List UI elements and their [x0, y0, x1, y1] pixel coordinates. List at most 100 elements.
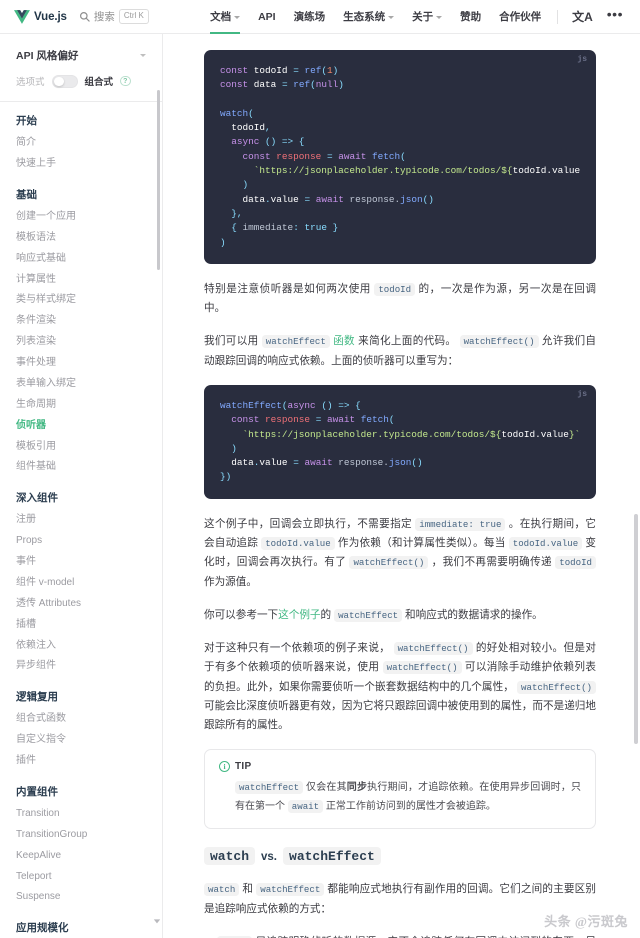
nav-item-label: 关于: [412, 11, 434, 23]
sidebar-item-registration[interactable]: 注册: [16, 510, 146, 531]
sidebar-group-title: 应用规模化: [16, 922, 69, 935]
sidebar-item-watchers[interactable]: 侦听器: [16, 416, 146, 437]
search-icon: [79, 11, 90, 22]
sidebar-item-reactivity[interactable]: 响应式基础: [16, 249, 146, 270]
sidebar-item-template-refs[interactable]: 模板引用: [16, 436, 146, 457]
scroll-down-arrow-icon[interactable]: [153, 912, 161, 924]
sidebar-item-intro[interactable]: 简介: [16, 133, 146, 154]
code-content[interactable]: const todoId = ref(1) const data = ref(n…: [220, 64, 580, 250]
sidebar-item-components-basics[interactable]: 组件基础: [16, 457, 146, 478]
sidebar-item-transition-group[interactable]: TransitionGroup: [16, 825, 146, 846]
sidebar-nav-tree: 开始 简介 快速上手 基础 创建一个应用 模板语法 响应式基础 计算属性 类与样…: [0, 102, 162, 938]
sidebar-item-async-components[interactable]: 异步组件: [16, 656, 146, 677]
vuejs-docs-page: Vue.js 搜索 Ctrl K 文档 API 演练场 生态系统 关于 赞助 合…: [0, 0, 640, 938]
nav-item-partners[interactable]: 合作伙伴: [490, 0, 550, 34]
sidebar-item-teleport[interactable]: Teleport: [16, 866, 146, 887]
code-block-watcheffect-example: js watchEffect(async () => { const respo…: [204, 384, 596, 499]
sidebar-item-transition[interactable]: Transition: [16, 804, 146, 825]
inline-code: todoId: [374, 282, 416, 296]
heading-code-watcheffect: watchEffect: [283, 847, 381, 866]
sidebar-item-suspense[interactable]: Suspense: [16, 887, 146, 908]
nav-item-label: 文档: [210, 11, 232, 23]
sidebar-scrollbar-thumb[interactable]: [156, 90, 160, 270]
api-preference-header[interactable]: API 风格偏好: [16, 48, 146, 63]
sidebar-item-attrs[interactable]: 透传 Attributes: [16, 594, 146, 615]
sidebar-item-custom-directives[interactable]: 自定义指令: [16, 730, 146, 751]
sidebar-item-class-style[interactable]: 类与样式绑定: [16, 290, 146, 311]
main-scrollbar-thumb[interactable]: [634, 514, 638, 744]
link-this-example[interactable]: 这个例子: [278, 609, 320, 621]
translate-icon[interactable]: 文A: [565, 0, 600, 34]
sidebar-item-template-syntax[interactable]: 模板语法: [16, 228, 146, 249]
inline-code: watchEffect(): [517, 680, 596, 694]
code-block-watch-example: js const todoId = ref(1) const data = re…: [204, 50, 596, 264]
api-style-toggle[interactable]: [51, 74, 78, 88]
options-api-label: 选项式: [16, 77, 45, 88]
section-heading-watch-vs-watcheffect: watch vs. watchEffect: [204, 847, 596, 866]
sidebar-group-title: 基础: [16, 188, 37, 201]
heading-code-watch: watch: [204, 847, 256, 866]
link-function-doc[interactable]: 函数: [333, 335, 355, 347]
sidebar-item-quickstart[interactable]: 快速上手: [16, 154, 146, 175]
nav-item-label: API: [258, 10, 276, 23]
paragraph-example-reference: 你可以参考一下这个例子的 watchEffect 和响应式的数据请求的操作。: [204, 608, 543, 622]
sidebar-item-event-handling[interactable]: 事件处理: [16, 353, 146, 374]
info-circle-icon: i: [219, 761, 230, 773]
navbar-divider: [557, 9, 559, 24]
inline-code: await: [287, 799, 324, 813]
tip-title: TIP: [235, 761, 252, 773]
brand-home-link[interactable]: Vue.js: [14, 9, 67, 24]
sidebar-item-conditional[interactable]: 条件渲染: [16, 311, 146, 332]
code-language-label: js: [577, 55, 587, 64]
nav-item-playground[interactable]: 演练场: [285, 0, 335, 34]
sidebar: API 风格偏好 选项式 组合式 ? 开始 简介 快速上手 基础 创建一个应用 …: [0, 34, 163, 938]
sidebar-item-create-app[interactable]: 创建一个应用: [16, 207, 146, 228]
inline-code: todoId.value: [261, 536, 335, 550]
ellipsis-icon[interactable]: •••: [600, 0, 630, 34]
paragraph-comparison-intro: watch 和 watchEffect 都能响应式地执行有副作用的回调。它们之间…: [204, 883, 596, 915]
sidebar-item-slots[interactable]: 插槽: [16, 615, 146, 636]
help-circle-icon[interactable]: ?: [120, 75, 131, 87]
inline-code: todoId: [555, 556, 596, 570]
sidebar-item-provide-inject[interactable]: 依赖注入: [16, 635, 146, 656]
sidebar-item-plugins[interactable]: 插件: [16, 751, 146, 772]
nav-item-label: 赞助: [460, 11, 482, 23]
paragraph-immediate-explanation: 这个例子中，回调会立即执行，不需要指定 immediate: true 。在执行…: [204, 517, 596, 588]
chevron-down-icon: [436, 15, 443, 19]
search-placeholder-label: 搜索: [93, 11, 115, 23]
inline-code: watchEffect: [256, 883, 325, 897]
sidebar-item-keep-alive[interactable]: KeepAlive: [16, 846, 146, 867]
search-shortcut-badge: Ctrl K: [118, 9, 149, 24]
nav-item-ecosystem[interactable]: 生态系统: [334, 0, 403, 34]
main-content-area: js const todoId = ref(1) const data = re…: [164, 34, 640, 938]
nav-item-label: 合作伙伴: [499, 11, 542, 23]
list-item: watch 只追踪明确侦听的数据源。它不会追踪任何在回调中访问到的东西。另外，仅…: [204, 932, 596, 938]
sidebar-group-title: 开始: [16, 115, 37, 127]
inline-code: watch: [204, 883, 240, 897]
sidebar-item-props[interactable]: Props: [16, 531, 146, 552]
sidebar-item-v-model[interactable]: 组件 v-model: [16, 573, 146, 594]
paragraph-todoid-note: 特别是注意侦听器是如何两次使用 todoId 的，一次是作为源，另一次是在回调中…: [204, 282, 596, 315]
paragraph-multi-dependency: 对于这种只有一个依赖项的例子来说， watchEffect() 的好处相对较小。…: [204, 642, 596, 732]
sidebar-item-events[interactable]: 事件: [16, 552, 146, 573]
nav-item-label: 生态系统: [343, 11, 386, 23]
code-content[interactable]: watchEffect(async () => { const response…: [220, 399, 580, 485]
tip-body-text: watchEffect 仅会在其同步执行期间，才追踪依赖。在使用异步回调时，只有…: [235, 781, 582, 813]
nav-item-about[interactable]: 关于: [403, 0, 451, 34]
sidebar-item-forms[interactable]: 表单输入绑定: [16, 374, 146, 395]
sidebar-item-composables[interactable]: 组合式函数: [16, 709, 146, 730]
nav-item-docs[interactable]: 文档: [201, 0, 249, 34]
sidebar-item-list[interactable]: 列表渲染: [16, 332, 146, 353]
doc-body: js const todoId = ref(1) const data = re…: [164, 34, 640, 938]
sidebar-item-computed[interactable]: 计算属性: [16, 269, 146, 290]
brand-name: Vue.js: [34, 10, 67, 23]
search-button[interactable]: 搜索 Ctrl K: [79, 9, 149, 24]
inline-code: immediate: true: [415, 517, 506, 531]
nav-item-api[interactable]: API: [249, 0, 285, 34]
nav-item-sponsor[interactable]: 赞助: [451, 0, 490, 34]
sidebar-item-lifecycle[interactable]: 生命周期: [16, 395, 146, 416]
heading-vs-label: vs.: [261, 850, 278, 863]
sidebar-group-title: 内置组件: [16, 785, 58, 798]
composition-api-label: 组合式: [84, 77, 114, 88]
code-language-label: js: [577, 389, 587, 399]
